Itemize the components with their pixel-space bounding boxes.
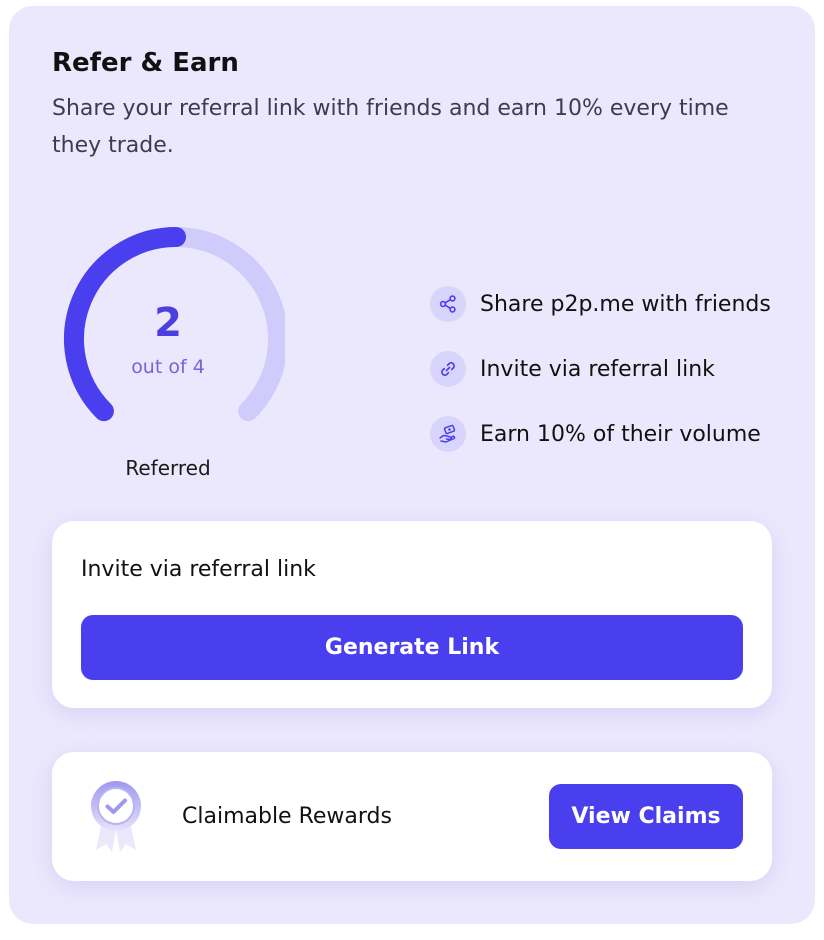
hand-money-icon [430, 416, 466, 452]
invite-label: Invite via referral link [81, 557, 316, 582]
feature-text: Invite via referral link [480, 356, 715, 382]
refer-earn-card: Refer & Earn Share your referral link wi… [9, 6, 815, 924]
share-icon [430, 286, 466, 322]
rewards-card: Claimable Rewards View Claims [52, 752, 772, 881]
feature-item-link: Invite via referral link [430, 343, 810, 395]
referred-label: Referred [125, 456, 211, 480]
generate-link-button[interactable]: Generate Link [81, 615, 743, 680]
view-claims-button[interactable]: View Claims [549, 784, 743, 849]
link-icon [430, 351, 466, 387]
page-title: Refer & Earn [52, 48, 239, 78]
feature-item-share: Share p2p.me with friends [430, 278, 810, 330]
reward-badge-icon [84, 778, 148, 858]
page-subtitle: Share your referral link with friends an… [52, 96, 729, 158]
feature-list: Share p2p.me with friends Invite via ref… [430, 278, 810, 473]
rewards-label: Claimable Rewards [182, 804, 392, 829]
feature-text: Share p2p.me with friends [480, 291, 771, 317]
feature-text: Earn 10% of their volume [480, 421, 761, 447]
invite-card: Invite via referral link Generate Link [52, 521, 772, 708]
feature-item-earn: Earn 10% of their volume [430, 408, 810, 460]
referred-out-of: out of 4 [131, 356, 205, 378]
referral-progress-gauge: 2 out of 4 [51, 216, 285, 436]
referred-count: 2 [154, 300, 182, 346]
